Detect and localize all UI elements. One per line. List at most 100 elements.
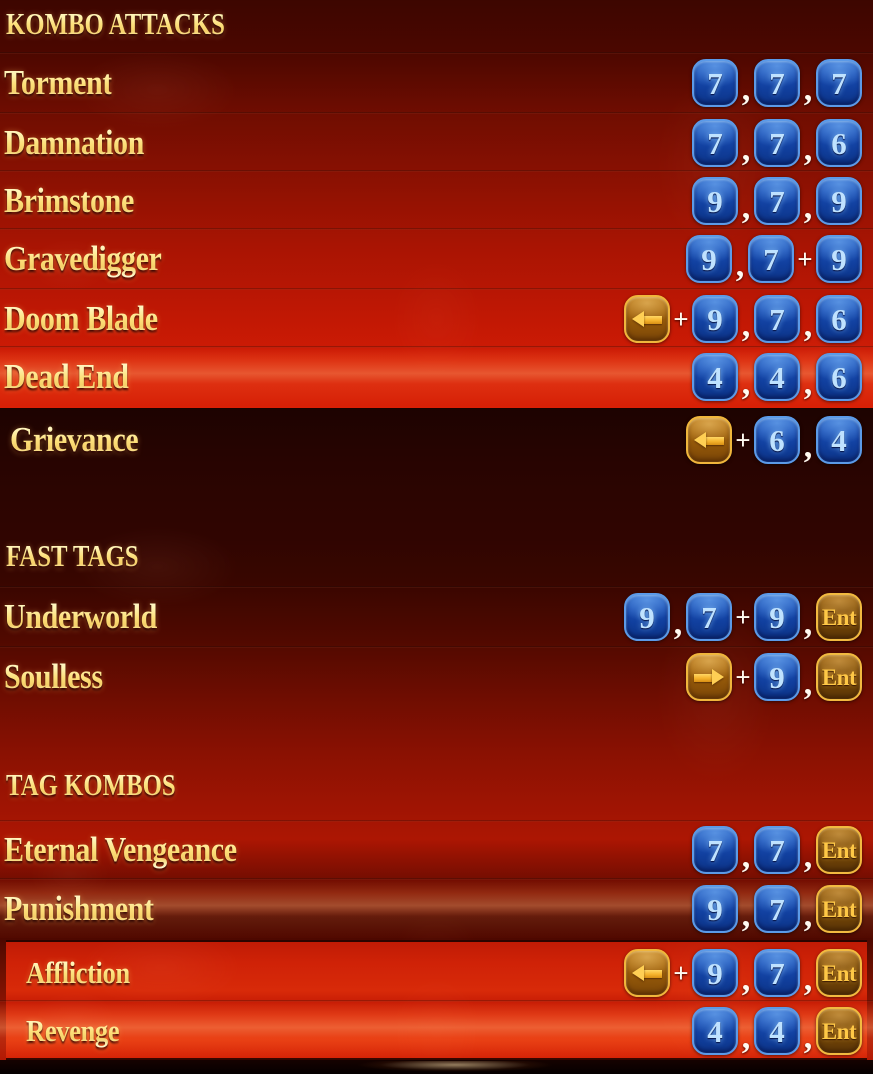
plus-separator: +	[735, 661, 751, 692]
key-number-7[interactable]: 7	[692, 119, 738, 167]
key-number-9[interactable]: 9	[692, 885, 738, 933]
key-label: 9	[701, 241, 717, 277]
key-arrow-left[interactable]	[624, 949, 670, 997]
table-row[interactable]: Affliction +9, 7, Ent	[0, 948, 873, 998]
comma-separator: ,	[741, 961, 751, 998]
table-row[interactable]: Eternal Vengeance 7, 7, Ent	[0, 825, 873, 875]
key-number-9[interactable]: 9	[624, 593, 670, 641]
key-number-4[interactable]: 4	[692, 1007, 738, 1055]
comma-separator: ,	[741, 71, 751, 108]
key-number-7[interactable]: 7	[754, 119, 800, 167]
key-number-6[interactable]: 6	[816, 295, 862, 343]
comma-separator: ,	[803, 838, 813, 875]
key-label: 7	[769, 955, 785, 991]
comma-separator: ,	[741, 307, 751, 344]
table-row[interactable]: Brimstone 9, 7, 9	[0, 176, 873, 226]
key-number-7[interactable]: 7	[754, 885, 800, 933]
comma-separator: ,	[803, 665, 813, 702]
key-label: 4	[769, 359, 785, 395]
key-enter[interactable]: Ent	[816, 885, 862, 933]
key-label: 7	[701, 599, 717, 635]
key-number-4[interactable]: 4	[754, 353, 800, 401]
key-number-9[interactable]: 9	[754, 653, 800, 701]
key-number-4[interactable]: 4	[754, 1007, 800, 1055]
key-enter[interactable]: Ent	[816, 1007, 862, 1055]
table-row[interactable]: Dead End 4, 4, 6	[0, 352, 873, 402]
plus-separator: +	[735, 424, 751, 455]
input-sequence: 4, 4, 6	[691, 353, 863, 401]
comma-separator: ,	[741, 1019, 751, 1056]
key-label: 7	[707, 832, 723, 868]
input-sequence: 7, 7, Ent	[691, 826, 863, 874]
table-row[interactable]: Torment 7, 7, 7	[0, 58, 873, 108]
key-label: 7	[769, 125, 785, 161]
section-heading-tag-kombos: TAG KOMBOS	[0, 765, 873, 805]
key-number-7[interactable]: 7	[754, 59, 800, 107]
section-heading-kombo-attacks: KOMBO ATTACKS	[0, 4, 873, 44]
key-label: 4	[831, 422, 847, 458]
key-label: Ent	[821, 1018, 857, 1044]
input-sequence: 9, 7 +9	[685, 235, 863, 283]
key-number-6[interactable]: 6	[816, 119, 862, 167]
table-row[interactable]: Soulless +9, Ent	[0, 652, 873, 702]
key-arrow-right[interactable]	[686, 653, 732, 701]
table-row[interactable]: Doom Blade +9, 7, 6	[0, 294, 873, 344]
key-label: Ent	[821, 896, 857, 922]
key-number-7[interactable]: 7	[692, 826, 738, 874]
key-number-9[interactable]: 9	[692, 949, 738, 997]
table-row[interactable]: Gravedigger 9, 7 +9	[0, 234, 873, 284]
key-number-7[interactable]: 7	[748, 235, 794, 283]
comma-separator: ,	[673, 605, 683, 642]
key-number-6[interactable]: 6	[816, 353, 862, 401]
move-name: Revenge	[26, 1013, 120, 1048]
key-number-9[interactable]: 9	[686, 235, 732, 283]
key-number-4[interactable]: 4	[692, 353, 738, 401]
key-number-9[interactable]: 9	[754, 593, 800, 641]
key-number-9[interactable]: 9	[692, 295, 738, 343]
key-number-7[interactable]: 7	[686, 593, 732, 641]
key-number-7[interactable]: 7	[754, 826, 800, 874]
key-number-7[interactable]: 7	[816, 59, 862, 107]
key-label: 7	[707, 65, 723, 101]
key-number-7[interactable]: 7	[754, 177, 800, 225]
comma-separator: ,	[803, 1019, 813, 1056]
table-row[interactable]: Damnation 7, 7, 6	[0, 118, 873, 168]
move-name: Doom Blade	[4, 299, 158, 338]
key-number-4[interactable]: 4	[816, 416, 862, 464]
key-label: 9	[639, 599, 655, 635]
key-label: 7	[707, 125, 723, 161]
key-label: 6	[831, 301, 847, 337]
bottom-strip	[0, 1060, 873, 1074]
key-enter[interactable]: Ent	[816, 653, 862, 701]
key-number-6[interactable]: 6	[754, 416, 800, 464]
move-name: Soulless	[4, 657, 103, 696]
key-number-9[interactable]: 9	[816, 235, 862, 283]
plus-separator: +	[735, 601, 751, 632]
key-enter[interactable]: Ent	[816, 949, 862, 997]
key-label: 9	[707, 955, 723, 991]
key-label: 6	[831, 125, 847, 161]
table-row[interactable]: Underworld 9, 7 +9, Ent	[0, 592, 873, 642]
key-arrow-left[interactable]	[624, 295, 670, 343]
move-name: Torment	[4, 63, 112, 102]
key-label: 7	[769, 891, 785, 927]
key-label: 9	[769, 599, 785, 635]
table-row[interactable]: Punishment 9, 7, Ent	[0, 884, 873, 934]
table-row[interactable]: Grievance +6, 4	[0, 415, 873, 465]
table-row[interactable]: Revenge 4, 4, Ent	[0, 1006, 873, 1056]
key-number-7[interactable]: 7	[754, 949, 800, 997]
comma-separator: ,	[741, 897, 751, 934]
comma-separator: ,	[741, 189, 751, 226]
key-number-7[interactable]: 7	[692, 59, 738, 107]
key-label: Ent	[821, 604, 857, 630]
key-number-9[interactable]: 9	[816, 177, 862, 225]
section-heading-label: TAG KOMBOS	[6, 767, 176, 802]
key-number-9[interactable]: 9	[692, 177, 738, 225]
key-label: 7	[763, 241, 779, 277]
key-number-7[interactable]: 7	[754, 295, 800, 343]
key-enter[interactable]: Ent	[816, 826, 862, 874]
input-sequence: 9, 7 +9, Ent	[623, 593, 863, 641]
key-arrow-left[interactable]	[686, 416, 732, 464]
key-enter[interactable]: Ent	[816, 593, 862, 641]
key-label: 6	[831, 359, 847, 395]
